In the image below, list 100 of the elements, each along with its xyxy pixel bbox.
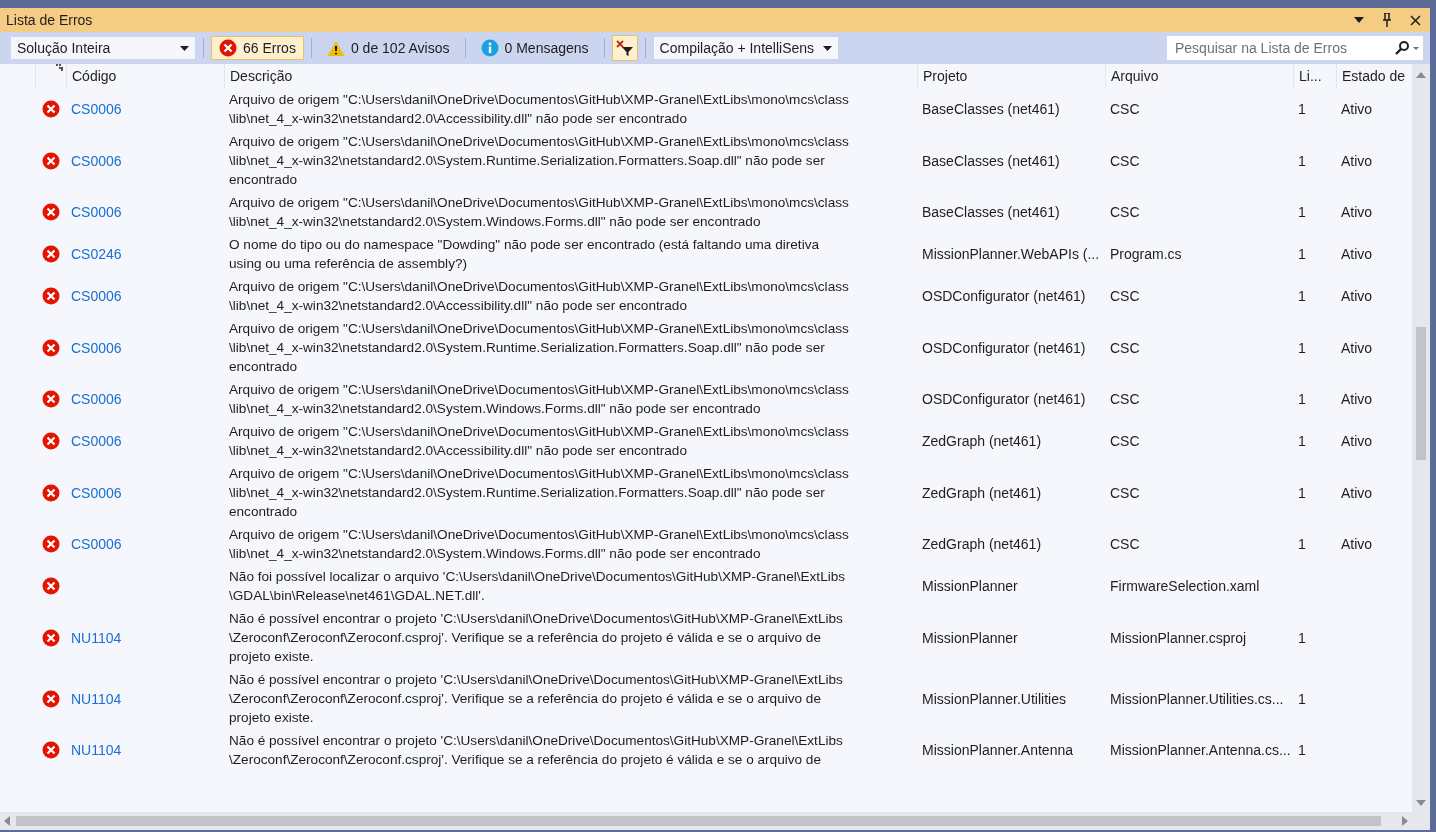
- file-cell: CSC: [1110, 536, 1140, 552]
- error-code-link[interactable]: CS0006: [71, 101, 122, 117]
- description-text: Não foi possível localizar o arquivo 'C:\Users\danil\OneDrive\Documentos\GitHub\XMP-Granel\ExtLibs \GDAL\bin\Release\net461\GDAL.NET.dll'.: [228, 568, 847, 605]
- scroll-down-icon: [1416, 800, 1426, 806]
- file-cell: CSC: [1110, 204, 1140, 220]
- file-cell: CSC: [1110, 288, 1140, 304]
- project-cell: OSDConfigurator (net461): [922, 339, 1086, 356]
- filter-toggle-button[interactable]: [611, 35, 638, 61]
- build-source-dropdown[interactable]: Compilação + IntelliSens: [652, 36, 839, 60]
- warning-icon: [326, 39, 345, 57]
- project-cell: BaseClasses (net461): [922, 152, 1060, 169]
- state-cell: Ativo: [1341, 339, 1373, 356]
- clear-filter-icon: [615, 40, 634, 56]
- line-cell: 1: [1298, 101, 1306, 117]
- description-text: Arquivo de origem "C:\Users\danil\OneDrive\Documentos\GitHub\XMP-Granel\ExtLibs\mono\mcs\class \lib\net_4_x-win32\netstandard2.0\System.Runtime.Serialization.Formatters.Soap.dll" não pode ser encontrado: [228, 133, 850, 189]
- project-cell: ZedGraph (net461): [922, 433, 1042, 449]
- project-cell: BaseClasses (net461): [922, 204, 1060, 220]
- column-header[interactable]: Li...: [1293, 64, 1336, 88]
- project-cell: OSDConfigurator (net461): [922, 288, 1086, 304]
- line-cell: 1: [1298, 536, 1306, 552]
- scroll-up-icon: [1416, 72, 1426, 78]
- column-header[interactable]: Código: [66, 64, 224, 88]
- file-cell: CSC: [1110, 101, 1140, 117]
- project-cell: MissionPlanner.Utilities: [922, 690, 1066, 707]
- description-text: Arquivo de origem "C:\Users\danil\OneDrive\Documentos\GitHub\XMP-Granel\ExtLibs\mono\mcs\class \lib\net_4_x-win32\netstandard2.0\Accessibility.dll" não pode ser encontrado: [228, 278, 850, 315]
- description-text: Arquivo de origem "C:\Users\danil\OneDrive\Documentos\GitHub\XMP-Granel\ExtLibs\mono\mcs\class \lib\net_4_x-win32\netstandard2.0\Accessibility.dll" não pode ser encontrado: [228, 91, 850, 128]
- caret-icon: [1354, 17, 1364, 23]
- line-cell: 1: [1298, 433, 1306, 449]
- project-cell: MissionPlanner: [922, 629, 1018, 646]
- error-code-link[interactable]: NU1104: [71, 629, 122, 646]
- project-cell: MissionPlanner.WebAPIs (...: [922, 246, 1100, 262]
- column-header[interactable]: Estado de: [1336, 64, 1410, 88]
- info-icon: [480, 39, 499, 57]
- scroll-right-icon: [1402, 816, 1408, 826]
- window-title: Lista de Erros: [6, 12, 94, 28]
- project-cell: ZedGraph (net461): [922, 536, 1042, 552]
- file-cell: MissionPlanner.Antenna.cs...: [1110, 742, 1291, 758]
- state-cell: Ativo: [1341, 536, 1373, 552]
- state-cell: Ativo: [1341, 288, 1373, 304]
- sort-icon: [56, 64, 63, 71]
- description-text: Arquivo de origem "C:\Users\danil\OneDrive\Documentos\GitHub\XMP-Granel\ExtLibs\mono\mcs\class \lib\net_4_x-win32\netstandard2.0\System.Runtime.Serialization.Formatters.Soap.dll" não pode ser encontrado: [228, 465, 850, 521]
- line-cell: 1: [1298, 742, 1306, 758]
- file-cell: CSC: [1110, 391, 1140, 407]
- caret-icon: [180, 45, 189, 51]
- line-cell: 1: [1298, 484, 1306, 501]
- line-cell: 1: [1298, 204, 1306, 220]
- column-header[interactable]: Projeto: [917, 64, 1105, 88]
- file-cell: CSC: [1110, 152, 1140, 169]
- description-text: Não é possível encontrar o projeto 'C:\Users\danil\OneDrive\Documentos\GitHub\XMP-Granel\ExtLibs \Zeroconf\Zeroconf\Zeroconf.csproj'. Verifique se a referência do projeto é válida e se o arquivo de projeto existe.: [228, 610, 844, 666]
- state-cell: Ativo: [1341, 204, 1373, 220]
- search-field[interactable]: Pesquisar na Lista de Erros: [1166, 35, 1424, 61]
- description-text: Não é possível encontrar o projeto 'C:\Users\danil\OneDrive\Documentos\GitHub\XMP-Granel\ExtLibs \Zeroconf\Zeroconf\Zeroconf.csproj'. Verifique se a referência do projeto é válida e se o arquivo de projeto existe.: [228, 671, 844, 727]
- error-code-link[interactable]: NU1104: [71, 742, 122, 758]
- description-text: Arquivo de origem "C:\Users\danil\OneDrive\Documentos\GitHub\XMP-Granel\ExtLibs\mono\mcs\class \lib\net_4_x-win32\netstandard2.0\Accessibility.dll" não pode ser encontrado: [228, 423, 850, 460]
- state-cell: Ativo: [1341, 433, 1373, 449]
- file-cell: CSC: [1110, 339, 1140, 356]
- error-code-link[interactable]: CS0006: [71, 204, 122, 220]
- error-code-link[interactable]: CS0006: [71, 339, 122, 356]
- errors-filter-button[interactable]: 66 Erros: [211, 36, 304, 60]
- state-cell: Ativo: [1341, 484, 1373, 501]
- close-icon: [1409, 14, 1421, 26]
- error-code-link[interactable]: CS0246: [71, 246, 122, 262]
- project-cell: OSDConfigurator (net461): [922, 391, 1086, 407]
- description-text: Não é possível encontrar o projeto 'C:\Users\danil\OneDrive\Documentos\GitHub\XMP-Granel\ExtLibs \Zeroconf\Zeroconf\Zeroconf.csproj'. Verifique se a referência do projeto é válida e se o arquivo de: [228, 732, 844, 769]
- column-header[interactable]: Descrição: [224, 64, 917, 88]
- state-cell: Ativo: [1341, 246, 1373, 262]
- file-cell: Program.cs: [1110, 246, 1182, 262]
- line-cell: 1: [1298, 690, 1306, 707]
- line-cell: 1: [1298, 152, 1306, 169]
- description-text: Arquivo de origem "C:\Users\danil\OneDrive\Documentos\GitHub\XMP-Granel\ExtLibs\mono\mcs\class \lib\net_4_x-win32\netstandard2.0\System.Windows.Forms.dll" não pode ser encontrado: [228, 381, 850, 418]
- scrollbar-thumb[interactable]: [1416, 327, 1426, 460]
- error-code-link[interactable]: CS0006: [71, 391, 122, 407]
- error-code-link[interactable]: CS0006: [71, 288, 122, 304]
- messages-filter-button[interactable]: 0 Mensagens: [472, 36, 597, 60]
- error-code-link[interactable]: CS0006: [71, 536, 122, 552]
- pin-icon: [1382, 13, 1392, 27]
- search-icon: [1395, 41, 1419, 55]
- error-code-link[interactable]: CS0006: [71, 484, 122, 501]
- error-code-link[interactable]: NU1104: [71, 690, 122, 707]
- line-cell: 1: [1298, 391, 1306, 407]
- file-cell: FirmwareSelection.xaml: [1110, 578, 1260, 594]
- line-cell: 1: [1298, 288, 1306, 304]
- scroll-left-icon: [4, 816, 10, 826]
- scope-dropdown[interactable]: Solução Inteira: [10, 36, 196, 60]
- project-cell: ZedGraph (net461): [922, 484, 1042, 501]
- state-cell: Ativo: [1341, 101, 1373, 117]
- vertical-scrollbar[interactable]: [1412, 64, 1430, 812]
- file-cell: MissionPlanner.Utilities.cs...: [1110, 690, 1284, 707]
- warnings-filter-button[interactable]: 0 de 102 Avisos: [318, 36, 458, 60]
- error-code-link[interactable]: CS0006: [71, 433, 122, 449]
- description-text: Arquivo de origem "C:\Users\danil\OneDrive\Documentos\GitHub\XMP-Granel\ExtLibs\mono\mcs\class \lib\net_4_x-win32\netstandard2.0\System.Windows.Forms.dll" não pode ser encontrado: [228, 194, 850, 231]
- project-cell: BaseClasses (net461): [922, 101, 1060, 117]
- line-cell: 1: [1298, 339, 1306, 356]
- column-header[interactable]: Arquivo: [1105, 64, 1293, 88]
- error-code-link[interactable]: CS0006: [71, 152, 122, 169]
- state-cell: Ativo: [1341, 152, 1373, 169]
- caret-icon: [822, 45, 832, 51]
- file-cell: MissionPlanner.csproj: [1110, 629, 1247, 646]
- description-text: O nome do tipo ou do namespace "Dowding" não pode ser encontrado (está faltando uma diretiva using ou uma referência de assembly?): [228, 236, 821, 273]
- line-cell: 1: [1298, 246, 1306, 262]
